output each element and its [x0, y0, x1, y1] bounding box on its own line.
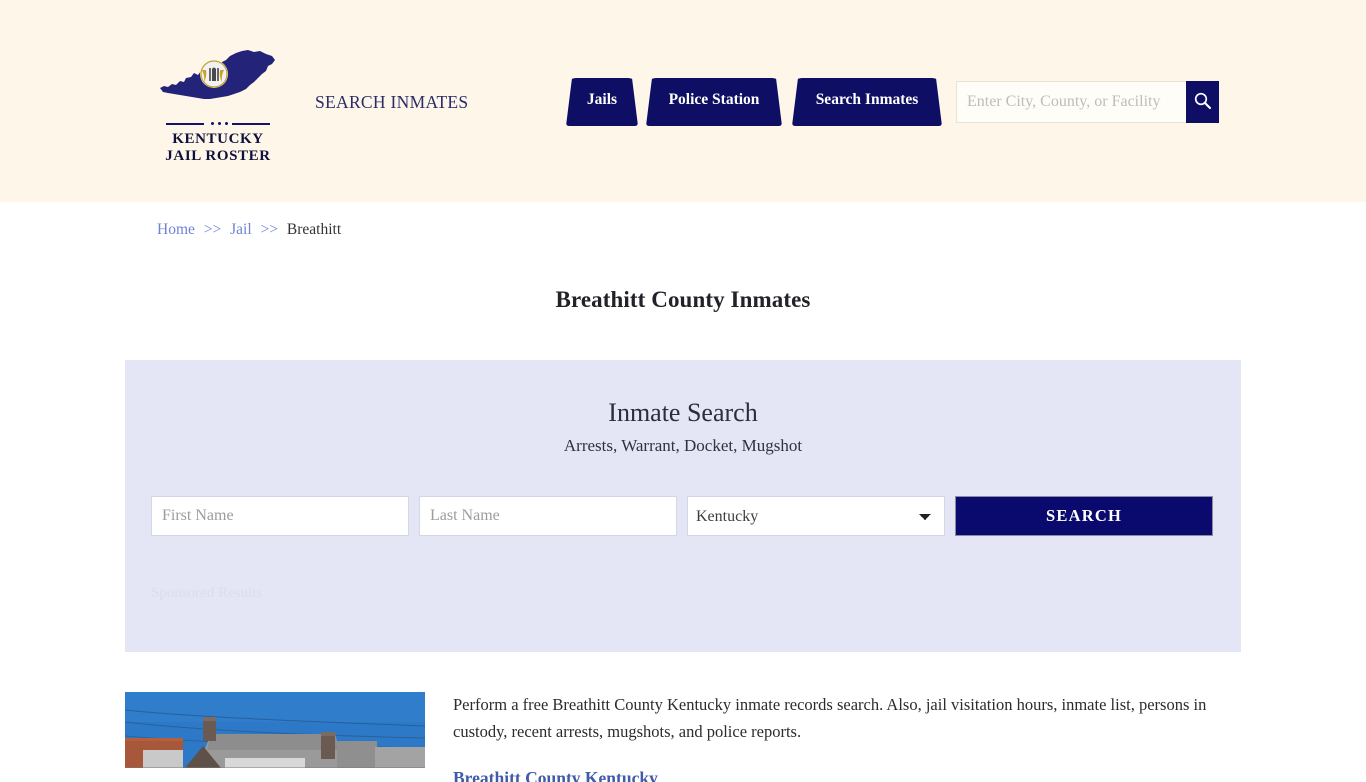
panel-subtitle: Arrests, Warrant, Docket, Mugshot [563, 436, 803, 455]
content-subheading: Breathitt County Kentucky [453, 768, 658, 782]
search-icon [1193, 91, 1212, 113]
site-logo[interactable]: KENTUCKY JAIL ROSTER [158, 42, 278, 165]
header-inner: KENTUCKY JAIL ROSTER SEARCH INMATES Jail… [0, 0, 1366, 202]
sponsored-results-label: Sponsored Results [151, 585, 263, 601]
panel-title: Inmate Search [608, 398, 758, 427]
header-search [956, 81, 1219, 123]
nav-tab-police-station[interactable]: Police Station [646, 78, 782, 126]
county-photo [125, 692, 425, 768]
breadcrumb: Home >> Jail >> Breathitt [157, 221, 341, 239]
header-search-input[interactable] [956, 81, 1186, 123]
nav-tab-search-inmates[interactable]: Search Inmates [792, 78, 942, 126]
site-header: KENTUCKY JAIL ROSTER SEARCH INMATES Jail… [0, 0, 1366, 202]
content-body: Perform a free Breathitt County Kentucky… [453, 691, 1223, 782]
inmate-search-form: Kentucky SEARCH [151, 496, 1215, 536]
search-submit-button[interactable]: SEARCH [955, 496, 1213, 536]
breadcrumb-link-home[interactable]: Home [157, 221, 195, 238]
kentucky-state-map-icon [158, 42, 278, 114]
breadcrumb-current: Breathitt [286, 221, 342, 238]
last-name-input[interactable] [419, 496, 677, 536]
logo-divider [166, 119, 270, 128]
state-select[interactable]: Kentucky [687, 496, 945, 536]
breadcrumb-separator: >> [203, 221, 222, 238]
first-name-input[interactable] [151, 496, 409, 536]
content-paragraph: Perform a free Breathitt County Kentucky… [453, 695, 1207, 741]
breadcrumb-link-jail[interactable]: Jail [230, 221, 252, 238]
header-search-button[interactable] [1186, 81, 1219, 123]
logo-name-line1: KENTUCKY [172, 131, 264, 147]
nav-tab-jails[interactable]: Jails [566, 78, 638, 126]
logo-name-line2: JAIL ROSTER [165, 148, 271, 164]
page-title: Breathitt County Inmates [555, 287, 811, 313]
breadcrumb-separator: >> [260, 221, 279, 238]
header-tagline: SEARCH INMATES [315, 92, 469, 112]
inmate-search-panel: Inmate Search Arrests, Warrant, Docket, … [125, 360, 1241, 652]
